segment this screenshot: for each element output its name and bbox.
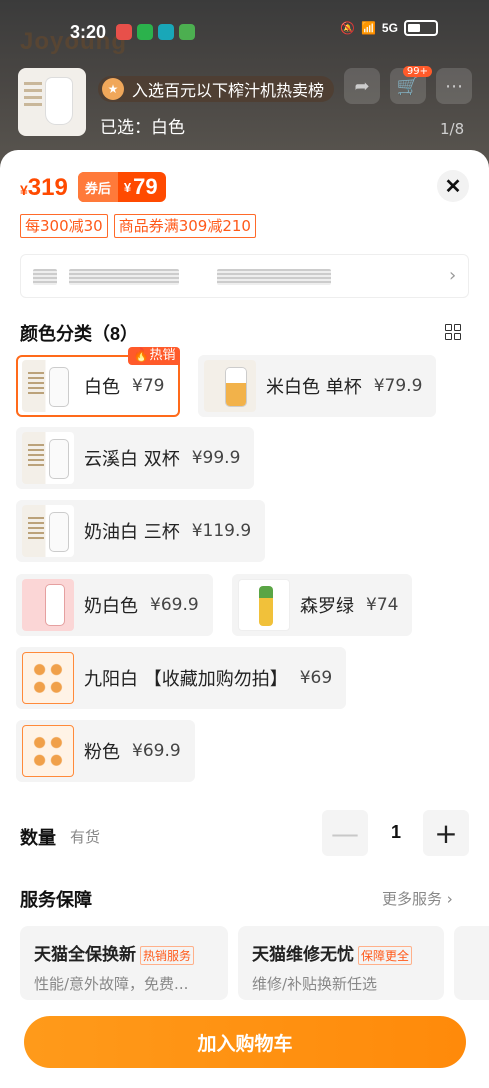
option-name: 白色	[84, 377, 120, 398]
option-name: 云溪白 双杯	[84, 449, 180, 470]
option-thumbnail	[204, 360, 256, 412]
wechat-icon	[137, 24, 153, 40]
mute-icon: 🔕	[340, 21, 355, 35]
cart-badge: 99+	[402, 66, 432, 77]
option-price: ¥74	[366, 595, 399, 615]
option-thumbnail	[22, 652, 74, 704]
chevron-right-icon: ›	[449, 265, 457, 286]
selected-product-thumbnail[interactable]	[18, 68, 86, 136]
option-name: 奶油白 三杯	[84, 522, 180, 543]
service-name: 天猫维修无忧 保障更全	[252, 940, 430, 966]
service-card[interactable]: 天猫维修无忧 保障更全 维修/补贴换新任选	[238, 926, 444, 1000]
stock-status: 有货	[70, 828, 101, 846]
quantity-minus-button[interactable]: —	[322, 810, 368, 856]
quantity-value[interactable]: 1	[376, 822, 416, 843]
service-tag: 保障更全	[358, 946, 413, 966]
more-icon[interactable]: ⋯	[436, 68, 472, 104]
color-option[interactable]: 云溪白 双杯 ¥99.9	[16, 427, 255, 489]
option-name: 九阳白 【收藏加购勿拍】	[84, 669, 288, 690]
original-price: ¥319	[20, 174, 68, 201]
color-option[interactable]: 粉色 ¥69.9	[16, 720, 195, 782]
option-name: 奶白色	[84, 596, 138, 617]
option-name: 粉色	[84, 742, 120, 763]
option-thumbnail	[238, 579, 290, 631]
app-notification-icon	[116, 24, 132, 40]
option-price: ¥69.9	[132, 741, 181, 761]
share-icon[interactable]: ➦	[344, 68, 380, 104]
sku-selector-sheet: ¥319 券后 ¥79 ✕ 每300减30 商品券满309减210 › 颜色分类…	[0, 150, 489, 1088]
quantity-label: 数量	[20, 828, 56, 848]
service-desc: 性能/意外故障，免费...	[34, 975, 189, 994]
option-thumbnail	[22, 505, 74, 557]
wifi-icon: 📶	[360, 21, 376, 35]
promo-tag: 商品券满309减210	[113, 214, 256, 238]
promo-tag: 每300减30	[20, 214, 108, 238]
option-price: ¥119.9	[191, 521, 252, 541]
quantity-plus-button[interactable]: +	[423, 810, 469, 856]
hot-sale-badge: 🔥热销	[128, 347, 181, 365]
service-desc: 维修/补贴换新任选	[252, 975, 378, 994]
address-selector[interactable]: ›	[20, 254, 469, 298]
color-option[interactable]: 白色 ¥79 🔥热销	[16, 347, 181, 417]
product-backdrop: Joyoung 3:20 🔕 📶 5G ★ 入选百元以下榨汁机热卖榜 已选：白色…	[0, 0, 489, 170]
option-name: 森罗绿	[300, 596, 354, 617]
status-bar: 3:20 🔕 📶 5G	[0, 0, 489, 66]
option-thumbnail	[22, 432, 74, 484]
color-option[interactable]: 奶白色 ¥69.9	[16, 574, 213, 636]
coupon-after-label: 券后	[77, 172, 118, 202]
medal-icon: ★	[102, 78, 124, 100]
promo-tags: 每300减30 商品券满309减210	[20, 214, 256, 238]
price-row: ¥319 券后 ¥79	[20, 172, 166, 202]
system-indicators: 🔕 📶 5G	[340, 20, 438, 36]
blurred-address	[33, 269, 57, 285]
network-type: 5G	[381, 21, 398, 35]
option-thumbnail	[22, 725, 74, 777]
add-to-cart-button[interactable]: 加入购物车	[24, 1016, 466, 1068]
option-price: ¥69.9	[150, 595, 199, 615]
cart-icon[interactable]: 🛒 99+	[390, 66, 432, 104]
option-name: 米白色 单杯	[266, 377, 362, 398]
coupon-price: ¥79	[123, 174, 158, 199]
service-card-partial[interactable]	[454, 926, 489, 1000]
service-card[interactable]: 天猫全保换新 热销服务 性能/意外故障，免费...	[20, 926, 228, 1000]
blurred-address	[217, 269, 331, 285]
color-option[interactable]: 米白色 单杯 ¥79.9	[198, 355, 437, 417]
service-section-title: 服务保障	[20, 890, 92, 910]
color-option[interactable]: 森罗绿 ¥74	[232, 574, 413, 636]
more-services-link[interactable]: 更多服务 ›	[382, 888, 453, 909]
image-pager: 1/8	[440, 120, 465, 138]
hot-rank-banner[interactable]: ★ 入选百元以下榨汁机热卖榜	[98, 76, 335, 102]
status-time: 3:20	[70, 22, 107, 42]
option-price: ¥79.9	[373, 376, 423, 396]
option-price: ¥99.9	[191, 448, 241, 468]
close-button[interactable]: ✕	[437, 170, 469, 202]
battery-icon	[403, 20, 438, 36]
service-name: 天猫全保换新 热销服务	[34, 940, 214, 966]
grid-view-icon[interactable]	[445, 324, 461, 340]
top-actions: ➦ 🛒 99+ ⋯	[344, 66, 472, 104]
option-price: ¥69	[299, 668, 333, 688]
color-option[interactable]: 奶油白 三杯 ¥119.9	[16, 500, 266, 562]
coupon-price-badge: 券后 ¥79	[77, 172, 166, 202]
app-notification-icon	[158, 24, 174, 40]
color-option[interactable]: 九阳白 【收藏加购勿拍】 ¥69	[16, 647, 347, 709]
selected-variant-text: 已选：白色	[100, 118, 185, 138]
app-notification-icon	[179, 24, 195, 40]
option-thumbnail	[22, 579, 74, 631]
option-price: ¥79	[132, 376, 165, 396]
blurred-address	[69, 269, 179, 285]
color-section-title: 颜色分类（8）	[20, 324, 139, 344]
option-thumbnail	[22, 360, 74, 412]
notification-icons	[116, 24, 195, 40]
hot-rank-text: 入选百元以下榨汁机热卖榜	[132, 81, 325, 100]
service-tag: 热销服务	[140, 946, 195, 966]
